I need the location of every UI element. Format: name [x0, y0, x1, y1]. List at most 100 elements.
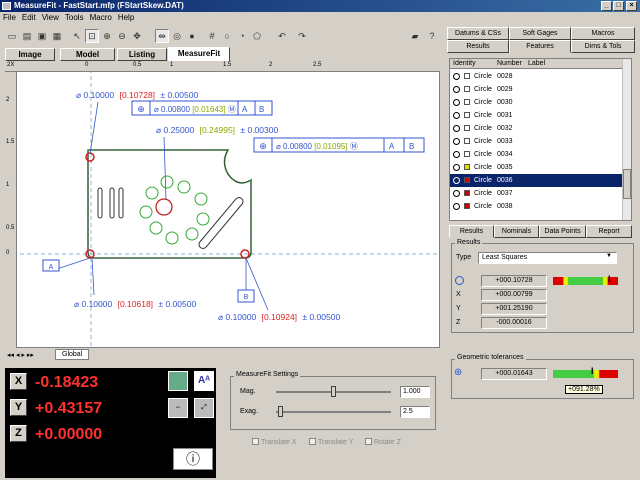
tab-results-detail[interactable]: Results	[449, 225, 494, 238]
rotate-z-checkbox[interactable]: Rotate Z	[365, 438, 401, 446]
tab-soft-gages[interactable]: Soft Gages	[509, 27, 571, 40]
transform-tool-icon[interactable]: ⤢	[194, 398, 214, 418]
col-number[interactable]: Number	[497, 59, 522, 69]
status-swatch	[464, 164, 470, 170]
tab-macros[interactable]: Macros	[571, 27, 635, 40]
status-swatch	[464, 203, 470, 209]
list-scrollbar[interactable]	[622, 59, 631, 220]
list-item[interactable]: Circle 0035	[450, 161, 624, 174]
feature-number: 0032	[497, 125, 513, 132]
feature-number: 0031	[497, 112, 513, 119]
green-circle-icon[interactable]: ●	[185, 29, 199, 43]
close-button[interactable]: ×	[626, 1, 637, 11]
menu-edit[interactable]: Edit	[19, 12, 39, 24]
list-item[interactable]: Circle 0034	[450, 148, 624, 161]
book-icon[interactable]: ▰	[408, 29, 422, 43]
menu-macro[interactable]: Macro	[87, 12, 115, 24]
ruler-left: 2 1.5 1 0.5 0	[5, 72, 17, 348]
tab-results[interactable]: Results	[447, 40, 509, 53]
feature-number: 0037	[497, 190, 513, 197]
status-swatch	[464, 190, 470, 196]
new-file-icon[interactable]: ▭	[5, 29, 19, 43]
tab-features[interactable]: Features	[509, 40, 571, 53]
zoom-out-icon[interactable]: ⊖	[115, 29, 129, 43]
reference-icon[interactable]: ⓘ	[173, 448, 213, 470]
menu-view[interactable]: View	[39, 12, 62, 24]
zoom-in-icon[interactable]: ⊕	[100, 29, 114, 43]
tab-measurefit[interactable]: MeasureFit	[168, 47, 230, 62]
tab-nominals[interactable]: Nominals	[494, 225, 539, 238]
redo-icon[interactable]: ↷	[295, 29, 309, 43]
ruler-top-25: 2.5	[313, 62, 322, 68]
select-arrow-icon[interactable]: ↖	[70, 29, 84, 43]
ruler-left-1: 1	[6, 182, 10, 188]
circle-fit-icon[interactable]: ◎	[170, 29, 184, 43]
menu-help[interactable]: Help	[115, 12, 137, 24]
circle-feature-icon	[453, 177, 460, 184]
status-swatch	[464, 177, 470, 183]
dimension-icon[interactable]: ⇹	[155, 29, 169, 43]
list-item[interactable]: Circle 0028	[450, 70, 624, 83]
maximize-button[interactable]: □	[613, 1, 624, 11]
undo-icon[interactable]: ↶	[275, 29, 289, 43]
feature-list[interactable]: Identity Number Label Circle 0028 Circle 00…	[449, 58, 632, 221]
tab-datums-css[interactable]: Datums & CSs	[447, 27, 509, 40]
coordinate-readout: X -0.18423 Y +0.43157 Z +0.00000 Aᴬ ⇔ ⤢ …	[5, 368, 216, 478]
status-swatch	[464, 151, 470, 157]
list-item[interactable]: Circle 0031	[450, 109, 624, 122]
x-readout-value: -0.18423	[35, 374, 99, 391]
geo-tol-label: Geometric tolerances	[455, 354, 526, 361]
tab-image[interactable]: Image	[5, 48, 55, 61]
col-label[interactable]: Label	[528, 59, 545, 69]
canvas-tab-strip: ◂◂ ◂ ▸ ▸▸ Global	[5, 349, 440, 361]
minimize-button[interactable]: _	[601, 1, 612, 11]
scrollbar-thumb[interactable]	[623, 169, 631, 199]
feature-number: 0038	[497, 203, 513, 210]
type-select[interactable]: Least Squares	[478, 252, 617, 264]
list-item[interactable]: Circle 0033	[450, 135, 624, 148]
menu-file[interactable]: File	[0, 12, 19, 24]
tab-global[interactable]: Global	[55, 349, 90, 360]
tab-model[interactable]: Model	[60, 48, 115, 61]
tab-dims-tols[interactable]: Dims & Tols	[571, 40, 635, 53]
exag-input[interactable]: 2.5	[400, 406, 430, 418]
list-item[interactable]: Circle 0036	[450, 174, 624, 187]
list-item[interactable]: Circle 0038	[450, 200, 624, 213]
print-icon[interactable]: ▦	[50, 29, 64, 43]
drawing-canvas[interactable]: A B ⌀ 0.10000 [0.10728] ± 0.00500 ⊕ ⌀ 0.…	[5, 61, 440, 348]
exag-slider-thumb[interactable]	[278, 406, 283, 417]
position-icon: ⊕	[454, 367, 463, 378]
arc-icon[interactable]: ◔	[235, 29, 249, 43]
pan-icon[interactable]: ✥	[130, 29, 144, 43]
svg-text:B: B	[409, 142, 414, 151]
probe-tool-icon[interactable]	[168, 371, 188, 391]
list-item[interactable]: Circle 0029	[450, 83, 624, 96]
measure-tool-icon[interactable]: ⇔	[168, 398, 188, 418]
save-icon[interactable]: ▣	[35, 29, 49, 43]
col-identity[interactable]: Identity	[453, 59, 476, 69]
results-group-label: Results	[455, 239, 483, 246]
chevron-down-icon[interactable]: ▼	[606, 253, 612, 259]
mag-slider-thumb[interactable]	[331, 386, 336, 397]
polygon-icon[interactable]: ⬠	[250, 29, 264, 43]
numbered-icon[interactable]: #	[205, 29, 219, 43]
translate-x-checkbox[interactable]: Translate X	[252, 438, 297, 446]
open-file-icon[interactable]: ▤	[20, 29, 34, 43]
scroll-arrows[interactable]: ◂◂ ◂ ▸ ▸▸	[7, 351, 34, 359]
list-item[interactable]: Circle 0030	[450, 96, 624, 109]
diameter-tolerance-marker: I	[608, 274, 611, 284]
tab-data-points[interactable]: Data Points	[539, 225, 586, 238]
list-item[interactable]: Circle 0032	[450, 122, 624, 135]
mag-input[interactable]: 1.000	[400, 386, 430, 398]
list-item[interactable]: Circle 0037	[450, 187, 624, 200]
text-style-icon[interactable]: Aᴬ	[194, 371, 214, 391]
translate-y-checkbox[interactable]: Translate Y	[309, 438, 353, 446]
tab-listing[interactable]: Listing	[117, 48, 167, 61]
help-pointer-icon[interactable]: ?	[425, 29, 439, 43]
tab-report[interactable]: Report	[586, 225, 632, 238]
zoom-window-icon[interactable]: ⊡	[85, 29, 99, 43]
feature-type: Circle	[474, 99, 492, 106]
circle-icon[interactable]: ○	[220, 29, 234, 43]
bottom-right-diameter-annotation: ⌀ 0.10000 [0.10924] ± 0.00500	[218, 312, 340, 322]
menu-tools[interactable]: Tools	[62, 12, 87, 24]
